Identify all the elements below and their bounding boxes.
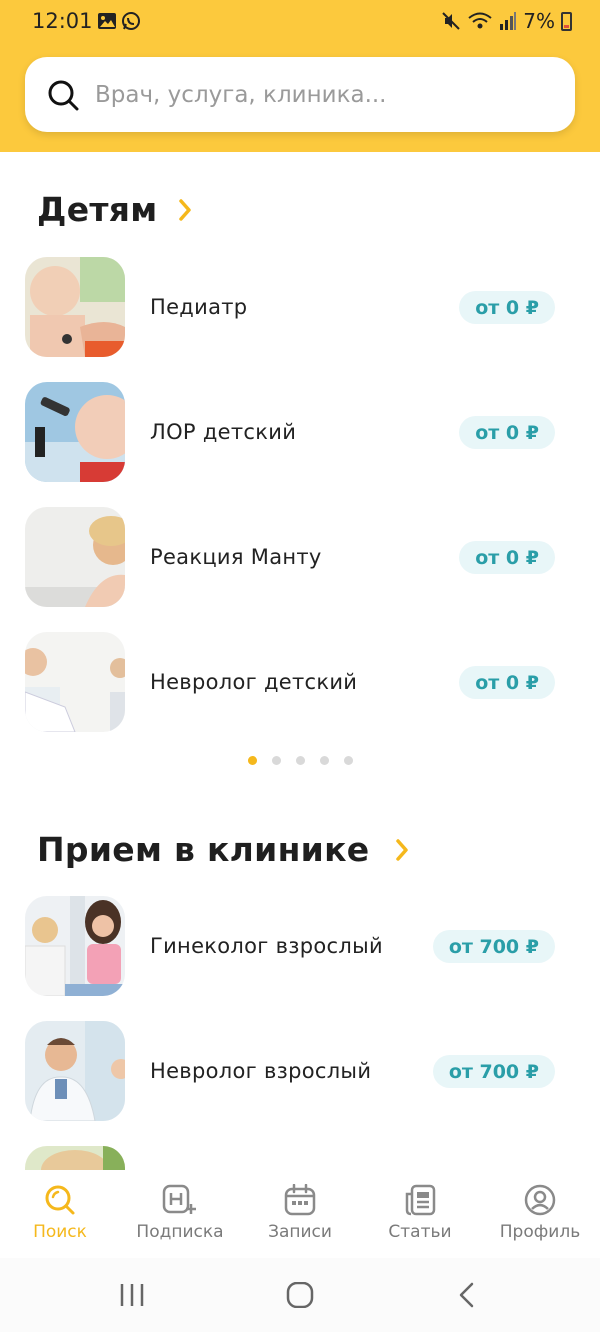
chevron-right-icon: [396, 838, 409, 861]
price-badge: от 700 ₽: [432, 930, 555, 963]
mantoux-photo: [25, 507, 125, 607]
tab-profile[interactable]: Профиль: [480, 1170, 600, 1258]
calendar-icon: [284, 1184, 316, 1216]
recent-apps-icon[interactable]: [118, 1282, 146, 1308]
price-badge: от 700 ₽: [432, 1055, 555, 1088]
section-header-kids[interactable]: Детям: [37, 190, 192, 229]
list-item-partial-photo[interactable]: [25, 1146, 125, 1170]
signal-icon: [500, 12, 517, 30]
price-badge: от 0 ₽: [459, 666, 555, 699]
status-right: 7%: [441, 9, 572, 33]
neurologist-adult-photo: [25, 1021, 125, 1121]
list-item[interactable]: Гинеколог взрослый от 700 ₽: [25, 896, 555, 996]
home-icon[interactable]: [286, 1282, 314, 1308]
tab-label: Подписка: [136, 1222, 224, 1242]
tab-appointments[interactable]: Записи: [240, 1170, 360, 1258]
service-name: Невролог взрослый: [150, 1059, 372, 1083]
tab-label: Профиль: [499, 1222, 581, 1242]
search-icon: [48, 80, 79, 110]
header: 12:01 7% Врач, услуга, клиника...: [0, 0, 600, 152]
status-bar: 12:01 7%: [0, 0, 600, 44]
gynecologist-photo: [25, 896, 125, 996]
list-item[interactable]: Невролог детский от 0 ₽: [25, 632, 555, 732]
price-badge: от 0 ₽: [459, 541, 555, 574]
chevron-right-icon: [178, 198, 191, 221]
pediatrician-photo: [25, 257, 125, 357]
service-name: Невролог детский: [150, 670, 358, 694]
price-badge: от 0 ₽: [459, 416, 555, 449]
list-item[interactable]: Невролог взрослый от 700 ₽: [25, 1021, 555, 1121]
pager-dot[interactable]: [343, 756, 353, 765]
tab-label: Записи: [268, 1222, 332, 1242]
section-title: Детям: [37, 190, 158, 229]
mute-icon: [442, 12, 460, 30]
tab-subscription[interactable]: Подписка: [120, 1170, 240, 1258]
pager-dot[interactable]: [271, 756, 281, 765]
section-header-clinic[interactable]: Прием в клинике: [37, 830, 409, 869]
tab-label: Поиск: [33, 1222, 87, 1242]
battery-icon: [561, 11, 572, 31]
articles-icon: [405, 1184, 436, 1216]
system-navigation-bar: [0, 1258, 600, 1332]
service-name: ЛОР детский: [150, 420, 297, 444]
list-item[interactable]: Педиатр от 0 ₽: [25, 257, 555, 357]
list-item[interactable]: Реакция Манту от 0 ₽: [25, 507, 555, 607]
tab-label: Статьи: [388, 1222, 452, 1242]
wifi-icon: [468, 12, 492, 29]
gallery-notification-icon: [98, 13, 116, 29]
carousel-pager: [0, 756, 600, 765]
price-badge: от 0 ₽: [459, 291, 555, 324]
search-icon: [45, 1185, 75, 1215]
profile-icon: [524, 1184, 556, 1216]
battery-percent: 7%: [523, 9, 555, 33]
service-name: Реакция Манту: [150, 545, 322, 569]
whatsapp-notification-icon: [122, 12, 140, 30]
neurologist-kids-photo: [25, 632, 125, 732]
tab-search[interactable]: Поиск: [0, 1170, 120, 1258]
ent-kids-photo: [25, 382, 125, 482]
hospital-plus-icon: [162, 1184, 196, 1214]
service-name: Педиатр: [150, 295, 248, 319]
list-item[interactable]: ЛОР детский от 0 ₽: [25, 382, 555, 482]
service-name: Гинеколог взрослый: [150, 934, 383, 958]
status-time: 12:01: [32, 9, 93, 33]
search-placeholder: Врач, услуга, клиника...: [95, 81, 387, 108]
pager-dot[interactable]: [295, 756, 305, 765]
tab-articles[interactable]: Статьи: [360, 1170, 480, 1258]
pager-dot-active[interactable]: [247, 756, 257, 765]
back-icon[interactable]: [456, 1282, 480, 1308]
pager-dot[interactable]: [319, 756, 329, 765]
bottom-navigation: Поиск Подписка Записи Статьи Профиль: [0, 1170, 600, 1258]
section-title: Прием в клинике: [37, 830, 370, 869]
search-input[interactable]: Врач, услуга, клиника...: [25, 57, 575, 132]
